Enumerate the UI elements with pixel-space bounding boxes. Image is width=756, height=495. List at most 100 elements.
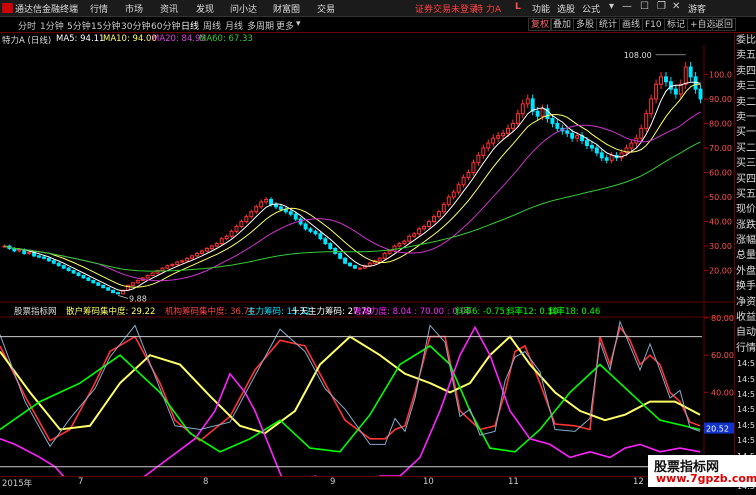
- price-tick-label: 60.00: [709, 169, 732, 178]
- candle-body: [570, 132, 575, 139]
- candle-body: [185, 257, 190, 262]
- sidebar-item[interactable]: 委比: [735, 33, 756, 48]
- sidebar-item[interactable]: 卖一: [735, 110, 756, 125]
- candle-body: [71, 270, 76, 274]
- candle-body: [318, 233, 323, 240]
- candle-body: [229, 230, 234, 237]
- quote-sidebar[interactable]: 委比 卖五 卖四 卖三 卖二 卖一 买一 买二 买三 买四 买五 现价 涨跌 涨幅 总量 外盘 换手 净资 收益 自动…: [734, 33, 756, 491]
- candle-body: [190, 255, 195, 259]
- sidebar-item[interactable]: 涨跌: [735, 218, 756, 233]
- candle-body: [377, 257, 382, 262]
- candle-body: [214, 243, 219, 247]
- candle-body: [506, 127, 510, 134]
- candle-body: [589, 145, 594, 149]
- sidebar-item[interactable]: 收益: [735, 310, 756, 325]
- inc-dec-label: 增减力度: 8.04 : 70.00 : 0.00: [353, 307, 472, 317]
- candle-body: [427, 221, 431, 227]
- moving-averages: [4, 81, 701, 292]
- candle-body: [175, 261, 180, 265]
- sidebar-item[interactable]: 换手: [735, 279, 756, 294]
- candle-body: [303, 223, 308, 230]
- price-axis: 100.0 90.00 80.00 70.00 60.00 50.00 40.00 30.00…: [704, 70, 732, 276]
- indicator-aux-line: [0, 320, 701, 448]
- candle-body: [328, 243, 333, 250]
- candle-body: [683, 66, 688, 85]
- price-tick-label: 30.00: [709, 242, 732, 251]
- sidebar-item[interactable]: 买三: [735, 156, 756, 171]
- sidebar-item[interactable]: 总量: [735, 248, 756, 263]
- candle-body: [56, 262, 61, 267]
- candle-body: [199, 250, 204, 254]
- axis-label-nov: 11: [508, 477, 519, 487]
- kline-chart[interactable]: 100.0 90.00 80.00 70.00 60.00 50.00 40.00 30.00…: [0, 0, 734, 476]
- price-tick-label: 80.00: [709, 119, 732, 128]
- candle-body: [486, 142, 491, 149]
- sidebar-item[interactable]: 卖四: [735, 64, 756, 79]
- candle-body: [609, 154, 614, 161]
- ma60-line: [4, 141, 701, 272]
- sidebar-item[interactable]: 买二: [735, 141, 756, 156]
- candle-body: [515, 113, 520, 124]
- candle-body: [224, 235, 229, 240]
- candle-body: [520, 103, 525, 115]
- sidebar-item[interactable]: 卖二: [735, 95, 756, 110]
- candle-body: [86, 277, 91, 281]
- candle-body: [150, 272, 155, 276]
- high-label: 108.00: [624, 51, 652, 60]
- axis-label-oct: 10: [423, 477, 434, 487]
- indicator-label-bar: 股票指标网 散户筹码集中度: 29.22 机构筹码集中度: 36.76 主力筹码…: [0, 304, 710, 317]
- candle-body: [461, 176, 466, 186]
- candle-body: [234, 225, 239, 232]
- sidebar-item[interactable]: 外盘: [735, 264, 756, 279]
- price-tick-label: 40.00: [709, 218, 732, 227]
- candle-body: [348, 262, 353, 267]
- candle-body: [555, 122, 560, 129]
- candle-body: [599, 152, 604, 159]
- low-marker-line: [117, 295, 129, 299]
- candle-body: [550, 118, 555, 124]
- sidebar-item[interactable]: 净资: [735, 295, 756, 310]
- candle-body: [66, 267, 71, 272]
- candle-body: [412, 233, 417, 237]
- sidebar-item[interactable]: 自动: [735, 325, 756, 340]
- sidebar-tick-time: 14:5: [737, 436, 755, 446]
- candle-body: [649, 98, 654, 115]
- candle-body: [41, 256, 46, 259]
- sidebar-item[interactable]: 现价: [735, 202, 756, 217]
- price-tick-label: 100.0: [709, 70, 732, 79]
- sidebar-item[interactable]: 卖五: [735, 48, 756, 63]
- sidebar-item[interactable]: 买四: [735, 172, 756, 187]
- indicator-axis: 80.0060.0040.0020.000.0020.52: [704, 314, 734, 472]
- candle-body: [323, 238, 328, 245]
- axis-label-aug: 8: [203, 477, 209, 487]
- sidebar-item[interactable]: 涨幅: [735, 233, 756, 248]
- candle-body: [422, 225, 427, 230]
- candle-body: [101, 284, 106, 289]
- candle-body: [81, 274, 86, 279]
- sidebar-item[interactable]: 卖三: [735, 79, 756, 94]
- candle-body: [663, 76, 668, 83]
- sidebar-item[interactable]: 行情: [735, 341, 756, 356]
- axis-label-year: 2015年: [2, 479, 33, 489]
- sidebar-tick-time: 14:5: [737, 420, 755, 430]
- sidebar-item[interactable]: 买五: [735, 187, 756, 202]
- ma10-line: [4, 83, 701, 288]
- sidebar-item[interactable]: 买一: [735, 125, 756, 140]
- price-tick-label: 70.00: [709, 144, 732, 153]
- chart-frame: [0, 45, 734, 476]
- candle-body: [293, 213, 298, 220]
- candle-body: [530, 98, 535, 112]
- candle-body: [357, 267, 362, 270]
- candle-body: [525, 98, 530, 105]
- candle-body: [130, 282, 135, 286]
- candle-body: [585, 140, 589, 147]
- candle-body: [17, 249, 22, 252]
- candle-body: [278, 206, 283, 210]
- watermark: 股票指标网 www.7gpzb.com: [648, 455, 756, 487]
- candle-body: [111, 289, 116, 294]
- candle-body: [106, 287, 111, 291]
- indicator-lines: [0, 320, 702, 476]
- candle-body: [170, 263, 175, 267]
- indicator-tick-label: 60.00: [711, 351, 734, 360]
- candle-body: [668, 81, 673, 90]
